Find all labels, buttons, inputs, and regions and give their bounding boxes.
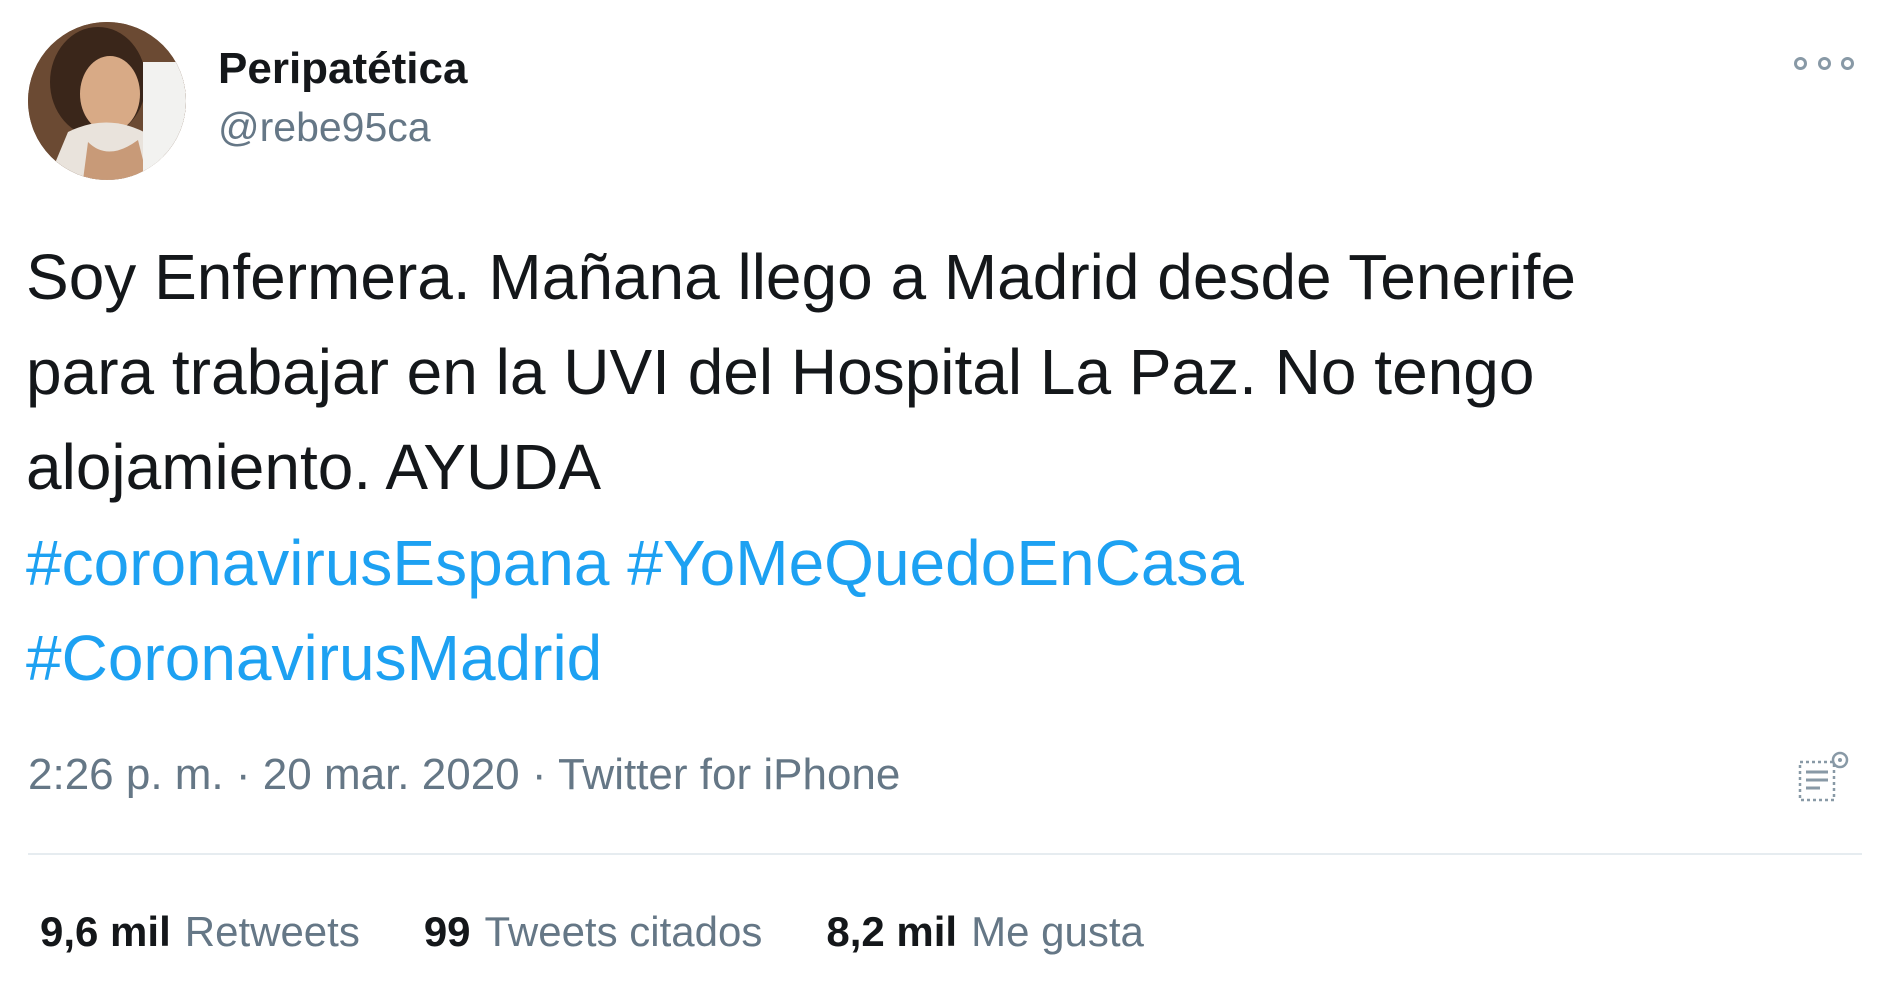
tweet-text-line: alojamiento. AYUDA xyxy=(26,431,602,503)
retweets-stat[interactable]: 9,6 mil Retweets xyxy=(40,908,360,956)
user-handle[interactable]: @rebe95ca xyxy=(218,104,431,151)
quote-tweets-count: 99 xyxy=(423,908,471,955)
retweets-label: Retweets xyxy=(184,908,360,955)
divider xyxy=(28,853,1862,855)
quote-tweets-stat[interactable]: 99 Tweets citados xyxy=(424,908,763,956)
display-name[interactable]: Peripatética xyxy=(218,44,467,94)
tweet-text-line: para trabajar en la UVI del Hospital La … xyxy=(26,336,1535,408)
more-options-icon[interactable] xyxy=(1794,48,1854,78)
hashtag-link[interactable]: #coronavirusEspana xyxy=(26,527,609,599)
meta-separator: · xyxy=(531,750,547,799)
hashtag-link[interactable]: #CoronavirusMadrid xyxy=(26,622,602,694)
likes-label: Me gusta xyxy=(971,908,1144,955)
tweet-source[interactable]: Twitter for iPhone xyxy=(558,750,900,799)
tweet-date[interactable]: 20 mar. 2020 xyxy=(263,750,520,799)
meta-separator: · xyxy=(235,750,251,799)
avatar-photo xyxy=(28,22,186,180)
tweet-time[interactable]: 2:26 p. m. xyxy=(28,750,224,799)
tweet-text: Soy Enfermera. Mañana llego a Madrid des… xyxy=(26,230,1856,515)
tweet-metadata: 2:26 p. m. · 20 mar. 2020 · Twitter for … xyxy=(28,750,900,800)
analytics-icon[interactable] xyxy=(1796,748,1852,804)
avatar[interactable] xyxy=(28,22,186,180)
likes-stat[interactable]: 8,2 mil Me gusta xyxy=(826,908,1144,956)
hashtag-link[interactable]: #YoMeQuedoEnCasa xyxy=(627,527,1244,599)
tweet-text-line: Soy Enfermera. Mañana llego a Madrid des… xyxy=(26,241,1576,313)
tweet-card: Peripatética @rebe95ca Soy Enfermera. Ma… xyxy=(0,0,1886,982)
retweets-count: 9,6 mil xyxy=(40,908,171,955)
quote-tweets-label: Tweets citados xyxy=(484,908,763,955)
hashtags: #coronavirusEspana #YoMeQuedoEnCasa #Cor… xyxy=(26,516,1856,706)
engagement-stats: 9,6 mil Retweets 99 Tweets citados 8,2 mil… xyxy=(40,908,1208,956)
likes-count: 8,2 mil xyxy=(826,908,958,955)
